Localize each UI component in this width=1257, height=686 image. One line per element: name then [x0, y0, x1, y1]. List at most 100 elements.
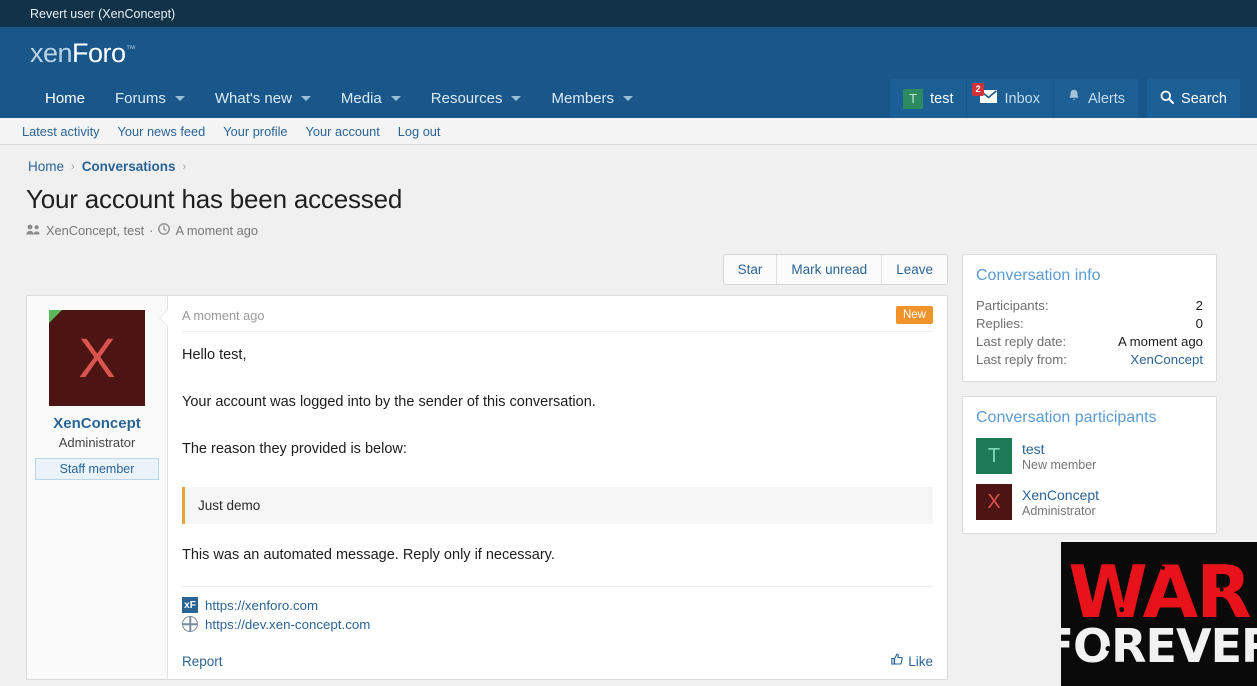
- info-value: 0: [1195, 315, 1203, 331]
- info-row-replies: Replies: 0: [976, 314, 1203, 332]
- participant-title: Administrator: [1022, 503, 1096, 518]
- info-label: Last reply from:: [976, 351, 1067, 367]
- inbox-button[interactable]: 2 Inbox: [967, 79, 1053, 118]
- message-author-panel: X XenConcept Administrator Staff member: [27, 296, 168, 680]
- info-label: Replies:: [976, 315, 1024, 331]
- visitor-menu-button[interactable]: T test: [890, 79, 967, 118]
- nav-item-members[interactable]: Members: [536, 79, 648, 118]
- visitor-name: test: [930, 90, 954, 107]
- users-icon: [26, 224, 41, 238]
- signature-line: https://dev.xen-concept.com: [182, 616, 933, 633]
- banner-line-war: WAR: [1068, 550, 1251, 635]
- message-author-title: Administrator: [58, 435, 136, 450]
- signature-line: xF https://xenforo.com: [182, 597, 933, 614]
- star-button[interactable]: Star: [723, 255, 778, 284]
- nav-item-members-label: Members: [551, 90, 614, 107]
- breadcrumb-separator-icon: ›: [71, 160, 75, 173]
- breadcrumb-separator-icon: ›: [182, 160, 187, 173]
- nav-item-forums[interactable]: Forums: [100, 79, 200, 118]
- info-value: A moment ago: [1117, 333, 1203, 349]
- like-button[interactable]: Like: [891, 653, 933, 669]
- participant-name[interactable]: test: [1022, 441, 1096, 457]
- staff-member-badge: Staff member: [35, 458, 159, 480]
- subnav-item-your-news-feed[interactable]: Your news feed: [118, 124, 206, 139]
- chevron-down-icon: [390, 96, 401, 101]
- online-status-icon: [49, 310, 62, 323]
- signature-link-xenconcept[interactable]: https://dev.xen-concept.com: [205, 617, 370, 632]
- xf-icon: xF: [182, 597, 198, 614]
- message-paragraph: Hello test,: [182, 347, 247, 363]
- subnav-item-your-profile[interactable]: Your profile: [223, 124, 287, 139]
- action-button-group: Star Mark unread Leave: [722, 254, 948, 285]
- inbox-label: Inbox: [1004, 90, 1040, 107]
- breadcrumb: Home › Conversations ›: [26, 145, 1231, 174]
- page-title: Your account has been accessed: [26, 184, 403, 214]
- mark-unread-button[interactable]: Mark unread: [777, 255, 883, 284]
- clock-icon: [158, 223, 171, 238]
- main-column: Star Mark unread Leave X XenConcept Admi…: [26, 254, 948, 686]
- signature-link-xenforo[interactable]: https://xenforo.com: [205, 598, 318, 613]
- conversation-participants-block: Conversation participants T test New mem…: [962, 396, 1217, 534]
- nav-item-media-label: Media: [340, 90, 382, 107]
- banner-line-forever: FOREVER: [1061, 619, 1257, 674]
- thumbs-up-icon: [891, 653, 904, 669]
- info-label: Participants:: [976, 297, 1049, 313]
- logo-trademark: ™: [125, 43, 136, 55]
- nav-item-media[interactable]: Media: [326, 79, 416, 118]
- participant-info: XenConcept Administrator: [1022, 487, 1099, 518]
- revert-user-link[interactable]: Revert user (XenConcept): [30, 7, 175, 21]
- list-item[interactable]: X XenConcept Administrator: [976, 484, 1203, 520]
- message-footer: Report Like: [182, 645, 933, 679]
- globe-icon: [182, 616, 198, 633]
- nav-item-forums-label: Forums: [115, 90, 166, 107]
- chevron-down-icon: [300, 96, 311, 101]
- nav-item-resources[interactable]: Resources: [416, 79, 537, 118]
- chevron-down-icon: [511, 96, 522, 101]
- page-meta-participants: XenConcept, test: [46, 223, 145, 238]
- message-date[interactable]: A moment ago: [182, 308, 265, 323]
- message-quote-block: Just demo: [182, 486, 933, 524]
- alerts-label: Alerts: [1087, 90, 1126, 107]
- info-value-link[interactable]: XenConcept: [1130, 352, 1203, 367]
- list-item[interactable]: T test New member: [976, 438, 1203, 474]
- message-header: A moment ago New: [182, 296, 933, 332]
- nav-item-home[interactable]: Home: [30, 79, 100, 118]
- subnav-item-latest-activity[interactable]: Latest activity: [22, 124, 100, 139]
- nav-item-home-label: Home: [45, 90, 86, 107]
- nav-item-whats-new[interactable]: What's new: [200, 79, 326, 118]
- avatar-letter: X: [78, 326, 116, 389]
- admin-revert-bar: Revert user (XenConcept): [0, 0, 1257, 27]
- report-button[interactable]: Report: [182, 654, 223, 669]
- info-value: 2: [1195, 297, 1203, 313]
- logo-row: xenForo™: [0, 27, 1257, 79]
- conversation-info-title: Conversation info: [976, 267, 1101, 284]
- chevron-down-icon: [623, 96, 633, 101]
- info-row-last-reply-from: Last reply from: XenConcept: [976, 350, 1203, 368]
- sidebar: Conversation info Participants: 2 Replie…: [962, 254, 1217, 548]
- message-closing-paragraph: This was an automated message. Reply onl…: [182, 546, 555, 563]
- search-icon: [1160, 90, 1175, 108]
- secondary-navigation: Latest activity Your news feed Your prof…: [0, 118, 1257, 145]
- logo-text-xen: xen: [30, 37, 73, 68]
- info-row-participants: Participants: 2: [976, 296, 1203, 314]
- message-signature: xF https://xenforo.com https://dev.xen-c…: [182, 586, 933, 639]
- message-body: Hello test, Your account was logged into…: [182, 332, 933, 586]
- avatar: T: [903, 88, 924, 109]
- leave-button[interactable]: Leave: [882, 255, 947, 284]
- avatar: T: [976, 438, 1012, 474]
- participant-name[interactable]: XenConcept: [1022, 487, 1099, 503]
- breadcrumb-item-home[interactable]: Home: [28, 159, 64, 174]
- logo-text-foro: Foro: [72, 37, 126, 68]
- breadcrumb-item-conversations[interactable]: Conversations: [82, 159, 176, 174]
- message-author-name[interactable]: XenConcept: [35, 415, 159, 432]
- avatar[interactable]: X: [49, 310, 145, 406]
- site-logo[interactable]: xenForo™: [30, 37, 136, 68]
- subnav-item-log-out[interactable]: Log out: [398, 124, 441, 139]
- search-button[interactable]: Search: [1147, 79, 1240, 118]
- content-columns: Star Mark unread Leave X XenConcept Admi…: [26, 254, 1231, 686]
- alerts-button[interactable]: Alerts: [1053, 79, 1139, 118]
- chevron-down-icon: [174, 96, 185, 101]
- war-forever-banner[interactable]: WAR FOREVER: [1061, 542, 1257, 686]
- page-meta-time: A moment ago: [175, 223, 258, 238]
- subnav-item-your-account[interactable]: Your account: [306, 124, 380, 139]
